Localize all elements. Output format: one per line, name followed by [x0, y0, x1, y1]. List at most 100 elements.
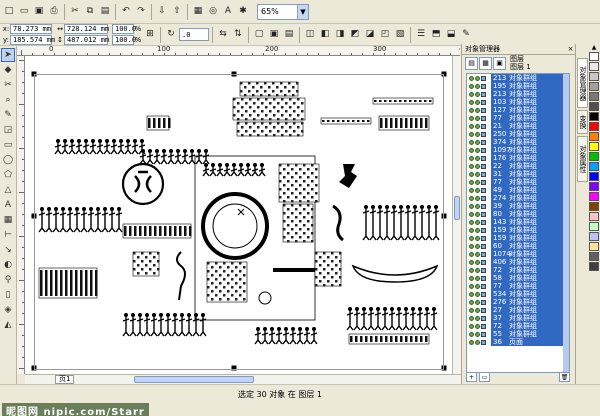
lock-ratio-icon[interactable]: ⊞	[143, 28, 157, 42]
eye-icon[interactable]	[469, 163, 474, 169]
zoom-combo[interactable]: 65% ▼	[257, 3, 309, 20]
page-tab[interactable]: 页1	[55, 375, 75, 384]
printer-icon[interactable]	[475, 187, 480, 193]
printer-icon[interactable]	[475, 179, 480, 185]
eye-icon[interactable]	[469, 331, 474, 337]
scale-x-input[interactable]: 100.0	[112, 24, 136, 34]
visibility-controls[interactable]	[467, 251, 491, 257]
export-icon[interactable]: ⇧	[170, 5, 184, 19]
printer-icon[interactable]	[475, 299, 480, 305]
list-item[interactable]: 31 对象群组	[467, 170, 569, 178]
list-item[interactable]: 77 对象群组	[467, 282, 569, 290]
object-tree-list[interactable]: 213 对象群组 195 对象群组 213 对象群组 103 对象群组 127 对象群组 77 对象群…	[466, 73, 570, 373]
list-item[interactable]: 406 对象群组	[467, 258, 569, 266]
list-item[interactable]: 77 对象群组	[467, 114, 569, 122]
text-tool-icon[interactable]: A	[1, 198, 15, 212]
list-item[interactable]: 27 对象群组	[467, 306, 569, 314]
list-item[interactable]: 213 对象群组	[467, 74, 569, 82]
printer-icon[interactable]	[475, 147, 480, 153]
color-swatch[interactable]	[589, 112, 599, 121]
smart-fill-icon[interactable]: ◲	[1, 123, 15, 137]
tab-transform[interactable]: 变换	[577, 110, 588, 134]
outline-icon[interactable]: ✎	[459, 28, 473, 42]
list-item[interactable]: 103 对象群组	[467, 98, 569, 106]
eye-icon[interactable]	[469, 307, 474, 313]
visibility-controls[interactable]	[467, 139, 491, 145]
printer-icon[interactable]	[475, 211, 480, 217]
y-position-input[interactable]: 185.574 mm	[10, 35, 55, 45]
list-scrollbar[interactable]	[563, 74, 569, 372]
list-item[interactable]: 274 对象群组	[467, 194, 569, 202]
printer-icon[interactable]	[475, 155, 480, 161]
color-swatch[interactable]	[589, 172, 599, 181]
eye-icon[interactable]	[469, 267, 474, 273]
eye-icon[interactable]	[469, 123, 474, 129]
paste-icon[interactable]: ▤	[98, 5, 112, 19]
close-icon[interactable]: ×	[566, 45, 575, 54]
eyedropper-tool-icon[interactable]: ⚲	[1, 273, 15, 287]
rotate-icon[interactable]: ↻	[164, 28, 178, 42]
eye-icon[interactable]	[469, 283, 474, 289]
connector-tool-icon[interactable]: ↘	[1, 243, 15, 257]
new-layer-icon[interactable]: +	[466, 372, 477, 382]
eye-icon[interactable]	[469, 291, 474, 297]
text-icon[interactable]: A	[221, 5, 235, 19]
eye-icon[interactable]	[469, 91, 474, 97]
color-swatch[interactable]	[589, 222, 599, 231]
visibility-controls[interactable]	[467, 339, 491, 345]
chevron-down-icon[interactable]: ▼	[297, 4, 308, 19]
list-item[interactable]: 159 对象群组	[467, 234, 569, 242]
visibility-controls[interactable]	[467, 107, 491, 113]
printer-icon[interactable]	[475, 139, 480, 145]
list-item[interactable]: 21 对象群组	[467, 122, 569, 130]
list-item[interactable]: 36 页面	[467, 338, 569, 346]
import-icon[interactable]: ⇩	[155, 5, 169, 19]
list-item[interactable]: 213 对象群组	[467, 90, 569, 98]
corel-online-icon[interactable]: ◎	[206, 5, 220, 19]
visibility-controls[interactable]	[467, 243, 491, 249]
list-item[interactable]: 159 对象群组	[467, 226, 569, 234]
eye-icon[interactable]	[469, 315, 474, 321]
visibility-controls[interactable]	[467, 235, 491, 241]
save-icon[interactable]: ▣	[32, 5, 46, 19]
visibility-controls[interactable]	[467, 147, 491, 153]
eye-icon[interactable]	[469, 155, 474, 161]
tab-object-properties[interactable]: 对象属性	[577, 136, 588, 182]
eye-icon[interactable]	[469, 219, 474, 225]
visibility-controls[interactable]	[467, 115, 491, 121]
scrollbar-thumb[interactable]	[134, 376, 255, 383]
drawing-canvas[interactable]	[25, 56, 452, 374]
eye-icon[interactable]	[469, 179, 474, 185]
crop-tool-icon[interactable]: ✂	[1, 78, 15, 92]
zoom-tool-icon[interactable]: ⌕	[1, 93, 15, 107]
printer-icon[interactable]	[475, 331, 480, 337]
cut-icon[interactable]: ✂	[68, 5, 82, 19]
color-swatch[interactable]	[589, 82, 599, 91]
undo-icon[interactable]: ↶	[119, 5, 133, 19]
polygon-tool-icon[interactable]: ⬠	[1, 168, 15, 182]
vertical-scrollbar[interactable]	[452, 56, 461, 374]
visibility-controls[interactable]	[467, 203, 491, 209]
color-swatch[interactable]	[589, 162, 599, 171]
printer-icon[interactable]	[475, 323, 480, 329]
eye-icon[interactable]	[469, 171, 474, 177]
interactive-blend-icon[interactable]: ◐	[1, 258, 15, 272]
eye-icon[interactable]	[469, 195, 474, 201]
visibility-controls[interactable]	[467, 91, 491, 97]
weld-icon[interactable]: ◫	[303, 28, 317, 42]
color-swatch[interactable]	[589, 132, 599, 141]
printer-icon[interactable]	[475, 307, 480, 313]
tab-object-manager[interactable]: 对象管理器	[577, 58, 588, 108]
eye-icon[interactable]	[469, 107, 474, 113]
list-item[interactable]: 1097对象群组	[467, 146, 569, 154]
simplify-icon[interactable]: ◩	[348, 28, 362, 42]
basic-shapes-icon[interactable]: △	[1, 183, 15, 197]
printer-icon[interactable]	[475, 107, 480, 113]
list-item[interactable]: 176 对象群组	[467, 154, 569, 162]
color-swatch[interactable]	[589, 242, 599, 251]
back-minus-front-icon[interactable]: ◰	[378, 28, 392, 42]
printer-icon[interactable]	[475, 267, 480, 273]
eye-icon[interactable]	[469, 187, 474, 193]
printer-icon[interactable]	[475, 259, 480, 265]
layer-manager-view-icon[interactable]: ▣	[493, 56, 506, 70]
